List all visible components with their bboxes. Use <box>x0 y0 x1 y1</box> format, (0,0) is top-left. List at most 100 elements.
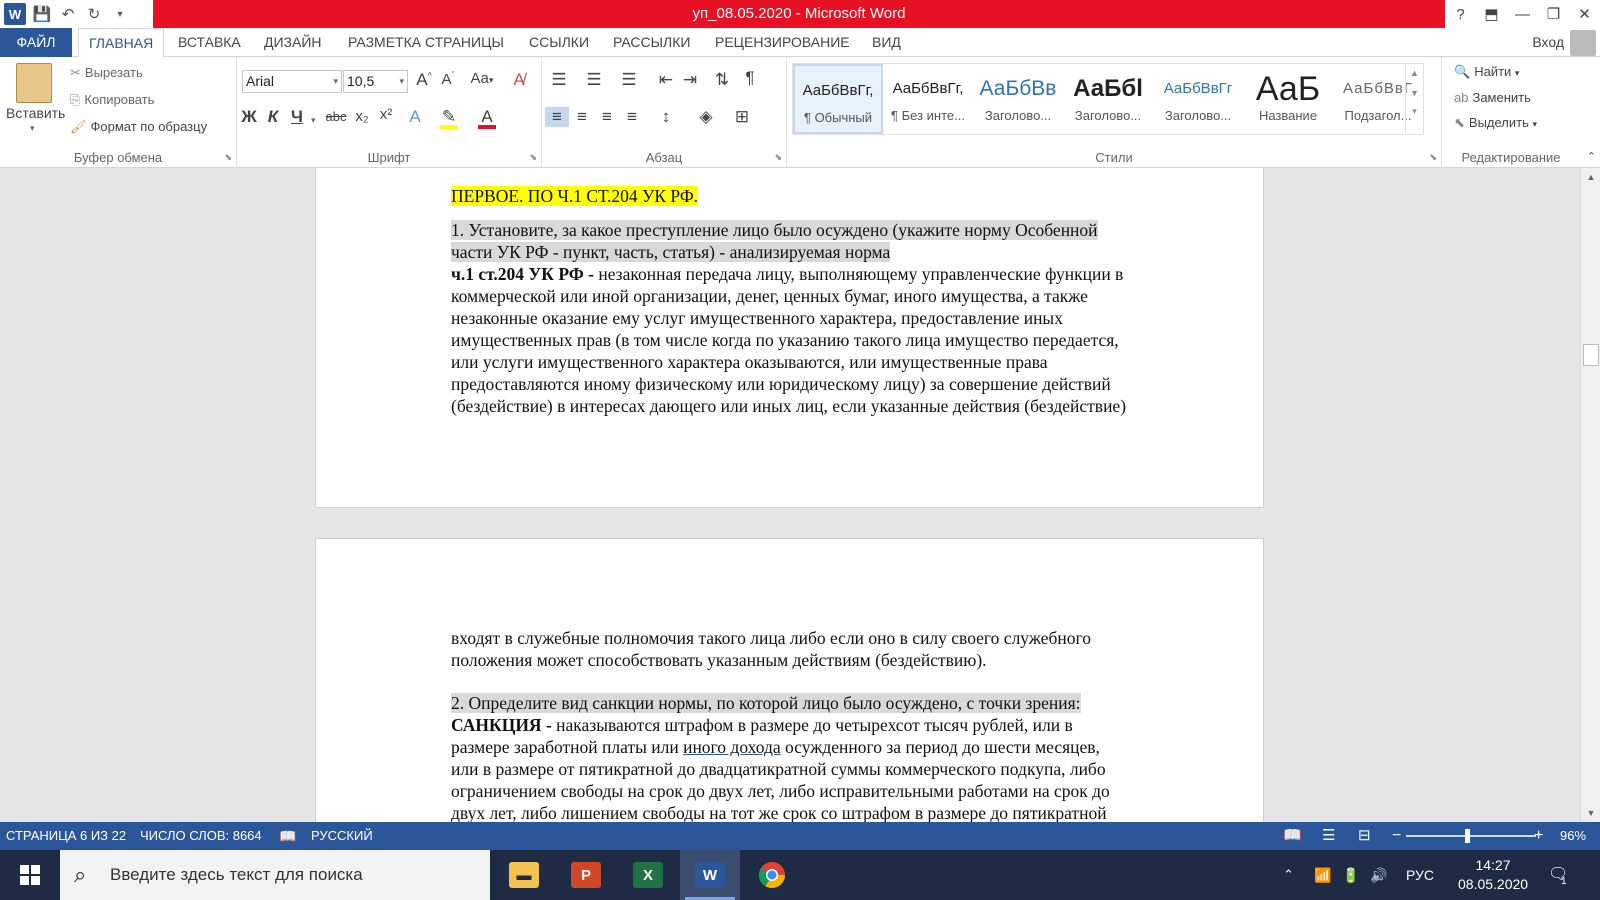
battery-icon[interactable]: 🔋 <box>1342 850 1359 900</box>
bold-button[interactable]: Ж <box>237 107 261 127</box>
increase-indent-icon[interactable]: ⇥ <box>678 70 702 90</box>
format-painter-button[interactable]: 🖌 Формат по образцу <box>70 119 207 135</box>
superscript-button[interactable]: x² <box>374 106 398 123</box>
vertical-scrollbar[interactable]: ▲ ▼ <box>1580 168 1600 822</box>
borders-icon[interactable]: ⊞ <box>730 107 754 127</box>
volume-icon[interactable]: 🔊 <box>1370 850 1387 900</box>
strikethrough-button[interactable]: abc <box>321 109 351 124</box>
start-button[interactable] <box>0 850 60 900</box>
zoom-in-icon[interactable]: + <box>1534 822 1543 850</box>
text-effects-icon[interactable]: A <box>403 107 427 127</box>
paste-button[interactable]: Вставить <box>6 105 65 121</box>
shading-icon[interactable]: ◈ <box>694 107 718 127</box>
multilevel-list-icon[interactable]: ☰ <box>617 70 641 90</box>
zoom-slider-thumb[interactable] <box>1465 829 1470 843</box>
cut-button[interactable]: ✂ Вырезать <box>70 65 143 81</box>
shrink-font-button[interactable]: Aˇ <box>436 70 460 88</box>
align-right-icon[interactable]: ≡ <box>595 107 619 127</box>
style-no-spacing[interactable]: АаБбВвГг, ¶ Без инте... <box>883 64 973 134</box>
word-count[interactable]: ЧИСЛО СЛОВ: 8664 <box>140 822 262 850</box>
underline-dropdown-icon[interactable]: ▾ <box>311 115 316 126</box>
align-center-icon[interactable]: ≡ <box>570 107 594 127</box>
style-heading-2[interactable]: АаБбl Заголово... <box>1063 64 1153 134</box>
font-name-box[interactable]: Arial ▾ <box>242 70 342 93</box>
font-color-button[interactable]: A <box>475 107 499 129</box>
redo-icon[interactable]: ↻ <box>84 5 104 23</box>
font-size-box[interactable]: 10,5 ▾ <box>343 70 408 93</box>
powerpoint-icon[interactable]: P <box>556 850 616 900</box>
line-spacing-icon[interactable]: ↕ <box>654 107 678 127</box>
dialog-launcher-icon[interactable]: ⬊ <box>774 152 782 163</box>
grow-font-button[interactable]: A^ <box>412 70 436 90</box>
subscript-button[interactable]: x₂ <box>350 108 374 125</box>
zoom-level[interactable]: 96% <box>1560 822 1586 850</box>
style-heading-3[interactable]: АаБбВвГг Заголово... <box>1153 64 1243 134</box>
justify-icon[interactable]: ≡ <box>620 107 644 127</box>
replace-button[interactable]: ab Заменить <box>1454 90 1531 105</box>
read-mode-icon[interactable]: 📖 <box>1283 822 1302 850</box>
dialog-launcher-icon[interactable]: ⬊ <box>529 152 537 163</box>
avatar[interactable] <box>1570 30 1596 56</box>
decrease-indent-icon[interactable]: ⇤ <box>654 70 678 90</box>
style-title[interactable]: АаБ Название <box>1243 64 1333 134</box>
more-icon[interactable]: ▾ <box>1406 106 1423 117</box>
highlight-color-button[interactable]: ✎ <box>437 107 461 129</box>
find-button[interactable]: 🔍 Найти ▾ <box>1454 64 1519 80</box>
word-icon[interactable]: W <box>680 850 740 900</box>
paste-icon[interactable] <box>16 63 52 103</box>
tab-design[interactable]: ДИЗАЙН <box>260 28 326 57</box>
select-button[interactable]: ⬉ Выделить ▾ <box>1454 115 1537 131</box>
paste-dropdown-icon[interactable]: ▾ <box>30 123 35 134</box>
underline-button[interactable]: Ч <box>285 107 309 127</box>
scroll-up-icon[interactable]: ▲ <box>1581 172 1600 182</box>
page-count[interactable]: СТРАНИЦА 6 ИЗ 22 <box>6 822 126 850</box>
system-clock[interactable]: 14:27 08.05.2020 <box>1458 856 1528 894</box>
change-case-button[interactable]: Aa▾ <box>465 70 499 87</box>
show-formatting-button[interactable]: ¶ <box>738 68 762 88</box>
language-indicator[interactable]: РУССКИЙ <box>311 822 373 850</box>
help-button[interactable]: ? <box>1445 6 1476 23</box>
input-language[interactable]: РУС <box>1406 850 1434 900</box>
tab-insert[interactable]: ВСТАВКА <box>174 28 245 57</box>
zoom-slider[interactable] <box>1406 835 1536 837</box>
collapse-ribbon-icon[interactable]: ⌃ <box>1587 150 1596 163</box>
italic-button[interactable]: К <box>261 107 285 127</box>
ribbon-display-options-icon[interactable]: ⬒ <box>1476 5 1507 23</box>
styles-scroll[interactable]: ▲ ▼ ▾ <box>1405 64 1423 134</box>
numbering-icon[interactable]: ☰ <box>582 70 606 90</box>
excel-icon[interactable]: X <box>618 850 678 900</box>
print-layout-icon[interactable]: ☰ <box>1322 822 1335 850</box>
tab-references[interactable]: ССЫЛКИ <box>525 28 593 57</box>
copy-button[interactable]: ⎘ Копировать <box>70 92 154 108</box>
chevron-down-icon[interactable]: ▼ <box>1406 88 1423 98</box>
chevron-up-icon[interactable]: ▲ <box>1406 68 1423 78</box>
zoom-out-icon[interactable]: − <box>1392 822 1401 850</box>
bullets-icon[interactable]: ☰ <box>547 70 571 90</box>
taskbar-search-box[interactable]: ⌕ Введите здесь текст для поиска <box>60 850 490 900</box>
style-heading-1[interactable]: АаБбВв Заголово... <box>973 64 1063 134</box>
dialog-launcher-icon[interactable]: ⬊ <box>224 152 232 163</box>
tab-file[interactable]: ФАЙЛ <box>0 28 72 57</box>
save-icon[interactable]: 💾 <box>32 5 52 23</box>
sign-in-link[interactable]: Вход <box>1532 28 1564 57</box>
minimize-icon[interactable]: — <box>1507 6 1538 23</box>
restore-icon[interactable]: ❐ <box>1538 5 1569 23</box>
clear-formatting-icon[interactable]: A̸ <box>507 70 531 90</box>
proofing-icon[interactable]: 📖 <box>279 822 296 850</box>
customize-qat-icon[interactable]: ▾ <box>110 9 130 20</box>
chrome-icon[interactable] <box>742 850 802 900</box>
tab-review[interactable]: РЕЦЕНЗИРОВАНИЕ <box>711 28 854 57</box>
page-7[interactable]: входят в служебные полномочия такого лиц… <box>315 538 1264 822</box>
close-icon[interactable]: ✕ <box>1569 5 1600 23</box>
network-icon[interactable]: 📶 <box>1314 850 1331 900</box>
sort-icon[interactable]: ⇅ <box>710 70 734 90</box>
tab-mailings[interactable]: РАССЫЛКИ <box>609 28 694 57</box>
tab-view[interactable]: ВИД <box>868 28 905 57</box>
dialog-launcher-icon[interactable]: ⬊ <box>1429 152 1437 163</box>
file-explorer-icon[interactable]: ▬ <box>494 850 554 900</box>
style-normal[interactable]: АаБбВвГг, ¶ Обычный <box>793 64 883 134</box>
web-layout-icon[interactable]: ⊟ <box>1358 822 1371 850</box>
tab-home[interactable]: ГЛАВНАЯ <box>78 28 165 58</box>
page-6[interactable]: ПЕРВОЕ. ПО Ч.1 СТ.204 УК РФ. 1. Установи… <box>315 168 1264 508</box>
align-left-icon[interactable]: ≡ <box>545 107 569 127</box>
